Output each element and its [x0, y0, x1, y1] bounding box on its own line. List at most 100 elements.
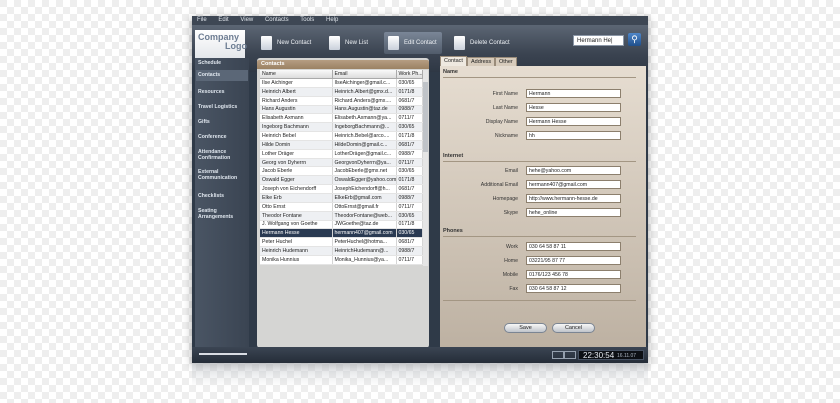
table-row[interactable]: Peter Huchel PeterHuchel@hotma... 0681/7	[260, 237, 423, 248]
last-name-field[interactable]: Hesse	[526, 103, 621, 112]
cell-name: Elisabeth Axmann	[260, 113, 333, 124]
sidebar-item-seating-arrangements[interactable]: Seating Arrangements	[198, 208, 246, 220]
menu-tools[interactable]: Tools	[300, 16, 314, 25]
cell-work-phone: 0681/7	[396, 96, 423, 106]
cell-work-phone: 0711/7	[396, 158, 423, 168]
cell-email: ElkeErb@gmail.com	[332, 193, 397, 203]
skype-field[interactable]: hehe_online	[526, 208, 621, 217]
cell-name: Lother Dräger	[260, 149, 333, 159]
sidebar-item-checklists[interactable]: Checklists	[198, 193, 248, 199]
sidebar-item-gifts[interactable]: Gifts	[198, 119, 248, 125]
tab-contact[interactable]: Contact	[440, 56, 467, 66]
table-row[interactable]: Lother Dräger LotherDräger@gmail.c... 0988…	[260, 149, 423, 159]
contacts-scrollbar[interactable]	[423, 70, 428, 266]
cell-name: Theodor Fontane	[260, 211, 333, 221]
menu-help[interactable]: Help	[326, 16, 338, 25]
cell-email: Elisabeth.Axmann@ya...	[332, 113, 397, 124]
scrollbar-thumb[interactable]	[423, 82, 428, 152]
menu-contacts[interactable]: Contacts	[265, 16, 289, 25]
cell-work-phone: 030/65	[396, 122, 423, 133]
table-row[interactable]: Oswald Egger OswaldEgger@yahoo.com 0171/8	[260, 175, 423, 186]
sidebar-item-external-communication[interactable]: External Communication	[198, 169, 246, 181]
table-row[interactable]: Monika Hunnius Monika_Hunnius@ya... 0711/7	[260, 255, 423, 265]
table-row[interactable]: Elke Erb ElkeErb@gmail.com 0988/7	[260, 193, 423, 203]
delete-contact-button[interactable]: Delete Contact	[450, 32, 520, 54]
column-header-work-phone[interactable]: Work Ph...	[396, 70, 423, 79]
edit-contact-button[interactable]: Edit Contact	[384, 32, 442, 54]
nickname-field[interactable]: hh	[526, 131, 621, 140]
cell-work-phone: 0711/7	[396, 113, 423, 124]
table-row[interactable]: Joseph von Eichendorff JosephEichendorff@…	[260, 184, 423, 194]
cell-name: Hans Augustin	[260, 105, 333, 115]
section-phones-heading: Phones	[443, 228, 463, 234]
fax-field[interactable]: 030 64 58 87 12	[526, 284, 621, 293]
column-header-name[interactable]: Name	[260, 70, 333, 79]
sidebar-item-contacts[interactable]: Contacts	[196, 70, 248, 81]
table-row[interactable]: Heinrich Hudemann HeinrichHudemann@... 098…	[260, 246, 423, 256]
home-phone-label: Home	[504, 258, 518, 264]
sidebar-item-schedule[interactable]: Schedule	[198, 60, 248, 66]
cell-name: Heinrich Bebel	[260, 131, 333, 141]
sidebar-item-resources[interactable]: Resources	[198, 89, 248, 95]
cell-name: Hilde Domin	[260, 140, 333, 150]
clock-display: 22:30:54 16.11.07	[578, 350, 644, 360]
menu-edit[interactable]: Edit	[218, 16, 228, 25]
cell-work-phone: 0171/8	[396, 131, 423, 141]
cell-email: HildeDomin@gmail.c...	[332, 140, 397, 150]
additional-email-field[interactable]: hermann407@gmail.com	[526, 180, 621, 189]
table-row[interactable]: Richard Anders Richard.Anders@gmx.... 0681…	[260, 96, 423, 106]
tab-address[interactable]: Address	[467, 57, 495, 66]
display-name-field[interactable]: Hermann Hesse	[526, 117, 621, 126]
save-button[interactable]: Save	[504, 323, 547, 333]
section-internet-heading: Internet	[443, 153, 464, 159]
new-list-button[interactable]: New List	[325, 32, 377, 54]
table-row[interactable]: Jacob Eberle JacobEberle@gmx.net 030/65	[260, 166, 423, 177]
table-row[interactable]: Hans Augustin Hans.Augustin@taz.de 0988/7	[260, 105, 423, 115]
column-header-email[interactable]: Email	[332, 70, 397, 79]
table-row[interactable]: Heinrich Albert Heinrich.Albert@gmx.d... 0…	[260, 87, 423, 97]
cell-email: JWGoethe@taz.de	[332, 220, 397, 230]
table-row[interactable]: J. Wolfgang von Goethe JWGoethe@taz.de 017…	[260, 220, 423, 230]
search-icon[interactable]: ⚲	[628, 33, 641, 46]
sidebar-item-attendance-confirmation[interactable]: Attendance Confirmation	[198, 149, 234, 161]
menu-view[interactable]: View	[240, 16, 253, 25]
table-row[interactable]: Georg von Dyherrn GeorgvonDyherrn@ya... 07…	[260, 158, 423, 168]
first-name-field[interactable]: Hermann	[526, 89, 621, 98]
cell-name: Hermann Hesse	[260, 228, 333, 239]
cell-email: GeorgvonDyherrn@ya...	[332, 158, 397, 168]
cell-name: Joseph von Eichendorff	[260, 184, 333, 194]
cell-work-phone: 030/65	[396, 78, 423, 88]
table-row[interactable]: Elisabeth Axmann Elisabeth.Axmann@ya... 07…	[260, 113, 423, 124]
display-name-label: Display Name	[485, 119, 518, 125]
cancel-button[interactable]: Cancel	[552, 323, 595, 333]
work-phone-label: Work	[505, 244, 518, 250]
sidebar-item-conference[interactable]: Conference	[198, 134, 248, 140]
table-row[interactable]: Hilde Domin HildeDomin@gmail.c... 0681/7	[260, 140, 423, 150]
table-row[interactable]: Hermann Hesse hermann407@gmail.com 030/65	[260, 228, 423, 239]
mobile-phone-field[interactable]: 0176/123 456 78	[526, 270, 621, 279]
application-window: File Edit View Contacts Tools Help Compa…	[192, 16, 648, 363]
new-contact-label: New Contact	[277, 40, 312, 46]
table-row[interactable]: Heinrich Bebel Heinrich.Bebel@arco.... 017…	[260, 131, 423, 141]
edit-contact-label: Edit Contact	[404, 40, 437, 46]
cell-work-phone: 0681/7	[396, 140, 423, 150]
cell-name: Otto Ernst	[260, 202, 333, 212]
sidebar-item-travel-logistics[interactable]: Travel Logistics	[198, 104, 248, 110]
email-field[interactable]: hehe@yahoo.com	[526, 166, 621, 175]
homepage-field[interactable]: http://www.hermann-hesse.de	[526, 194, 621, 203]
tab-other[interactable]: Other	[495, 57, 517, 66]
menu-file[interactable]: File	[197, 16, 207, 25]
cell-name: Elke Erb	[260, 193, 333, 203]
window-icon[interactable]	[552, 351, 564, 359]
new-contact-button[interactable]: New Contact	[257, 32, 317, 54]
cell-email: Heinrich.Albert@gmx.d...	[332, 87, 397, 97]
home-phone-field[interactable]: 03221/95 87 77	[526, 256, 621, 265]
window-icon[interactable]	[564, 351, 576, 359]
work-phone-field[interactable]: 030 64 58 87 11	[526, 242, 621, 251]
table-row[interactable]: Ingeborg Bachmann IngeborgBachmann@... 030…	[260, 122, 423, 133]
clock-date: 16.11.07	[617, 353, 637, 359]
table-row[interactable]: Otto Ernst OttoErnst@gmail.fr 0711/7	[260, 202, 423, 212]
search-input[interactable]: Hermann He|	[573, 35, 624, 46]
table-row[interactable]: Theodor Fontane TheodorFontane@web... 030/…	[260, 211, 423, 221]
table-row[interactable]: Ilse Aichinger IlseAichinger@gmail.c... 03…	[260, 78, 423, 88]
